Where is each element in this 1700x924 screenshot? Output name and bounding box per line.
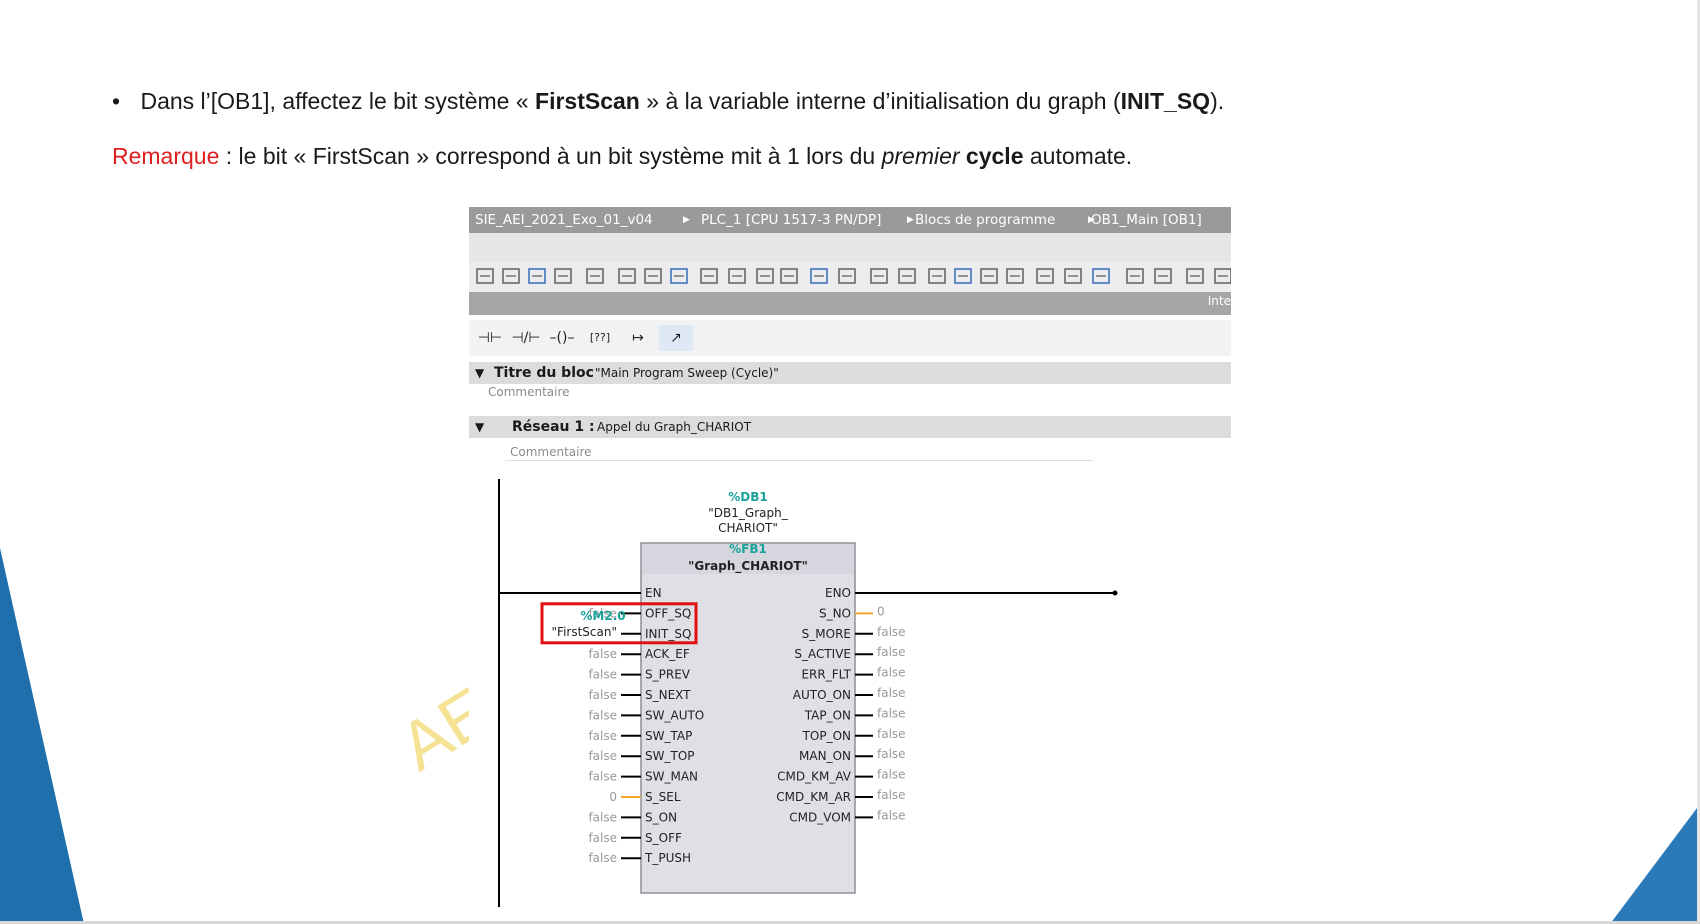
fb-input-pin-label: S_NEXT (645, 688, 691, 702)
fb-input-pin-label: SW_TAP (645, 729, 692, 743)
fb-input-pin-label: S_SEL (645, 790, 681, 804)
remark-text-2: automate. (1023, 143, 1133, 169)
input-value[interactable]: false (588, 647, 617, 661)
input-value[interactable]: false (588, 831, 617, 845)
fb-output-pin-label: MAN_ON (799, 749, 851, 763)
remark-bold: cycle (959, 143, 1024, 169)
input-value[interactable]: false (588, 749, 617, 763)
fb-output-pin-label: CMD_KM_AV (777, 770, 852, 784)
firstscan-address: %M2.0 (580, 609, 625, 623)
input-value[interactable]: false (588, 729, 617, 743)
fb-output-pin-label: TAP_ON (804, 708, 851, 722)
fb-input-pin-label: SW_AUTO (645, 708, 704, 722)
output-value[interactable]: false (877, 666, 906, 680)
db-name-line1: "DB1_Graph_ (708, 506, 788, 520)
remark-italic: premier (881, 143, 960, 169)
fb-input-pin-label: INIT_SQ (645, 627, 691, 641)
output-value[interactable]: false (877, 788, 906, 802)
input-value[interactable]: false (588, 708, 617, 722)
eno-wire-end (1112, 590, 1118, 596)
fb-input-pin-label: SW_TOP (645, 749, 695, 763)
instruction-firstscan: FirstScan (535, 88, 640, 114)
left-blue-triangle (0, 548, 84, 924)
fb-output-pin-label: S_NO (819, 606, 851, 620)
instruction-init-sq: INIT_SQ (1120, 88, 1211, 114)
instruction-text-3: ). (1210, 88, 1225, 114)
input-value[interactable]: false (588, 668, 617, 682)
output-value[interactable]: false (877, 747, 906, 761)
fb-output-pin-label: S_MORE (802, 627, 851, 641)
input-value[interactable]: false (588, 851, 617, 865)
fb-name: "Graph_CHARIOT" (688, 559, 808, 574)
fb-input-pin-label: S_OFF (645, 831, 682, 845)
firstscan-operand[interactable]: "FirstScan" (552, 625, 617, 639)
fb-input-pin-label: S_PREV (645, 668, 691, 682)
fb-input-pin-label: OFF_SQ (645, 606, 691, 620)
db-name-line2: CHARIOT" (718, 521, 778, 535)
output-value[interactable]: false (877, 706, 906, 720)
instruction-text-2: » à la variable interne d’initialisation… (639, 88, 1121, 114)
fb-address: %FB1 (729, 542, 767, 556)
fb-output-pin-label: TOP_ON (802, 729, 851, 743)
fb-input-pin-label: ACK_EF (645, 647, 690, 661)
fb-output-pin-label: CMD_KM_AR (776, 790, 851, 804)
fb-output-pin-label: ERR_FLT (801, 668, 851, 682)
fb-input-pin-label: EN (645, 586, 662, 600)
fb-input-pin-label: T_PUSH (644, 851, 691, 865)
fb-output-pin-label: AUTO_ON (793, 688, 851, 702)
input-value[interactable]: false (588, 810, 617, 824)
fb-output-pin-label: S_ACTIVE (794, 647, 851, 661)
output-value[interactable]: false (877, 645, 906, 659)
db-address: %DB1 (728, 490, 767, 504)
fbd-network: %DB1 "DB1_Graph_CHARIOT" %FB1 "Graph_CHARIO… (498, 479, 1118, 907)
bullet: • (112, 88, 121, 114)
input-value[interactable]: false (588, 688, 617, 702)
remark-line: Remarque : le bit « FirstScan » correspo… (112, 143, 1132, 170)
output-value[interactable]: false (877, 768, 906, 782)
remark-label: Remarque (112, 143, 220, 169)
input-value[interactable]: false (588, 770, 617, 784)
fb-input-pin-label: S_ON (645, 810, 677, 824)
output-value[interactable]: false (877, 808, 906, 822)
fb-output-pin-label: CMD_VOM (789, 810, 851, 824)
output-value[interactable]: false (877, 727, 906, 741)
input-value[interactable]: 0 (609, 790, 617, 804)
fb-output-pin-label: ENO (825, 586, 851, 600)
output-value[interactable]: 0 (877, 604, 885, 618)
tia-editor-screenshot: SIE_AEI_2021_Exo_01_v04 ▶ PLC_1 [CPU 151… (469, 207, 1231, 907)
output-value[interactable]: false (877, 625, 906, 639)
fb-input-pin-label: SW_MAN (645, 770, 698, 784)
output-value[interactable]: false (877, 686, 906, 700)
right-blue-triangle (1610, 804, 1700, 924)
instruction-line: • Dans l’[OB1], affectez le bit système … (112, 88, 1224, 115)
remark-text-1: : le bit « FirstScan » correspond à un b… (219, 143, 882, 169)
instruction-text-1: Dans l’[OB1], affectez le bit système « (140, 88, 536, 114)
